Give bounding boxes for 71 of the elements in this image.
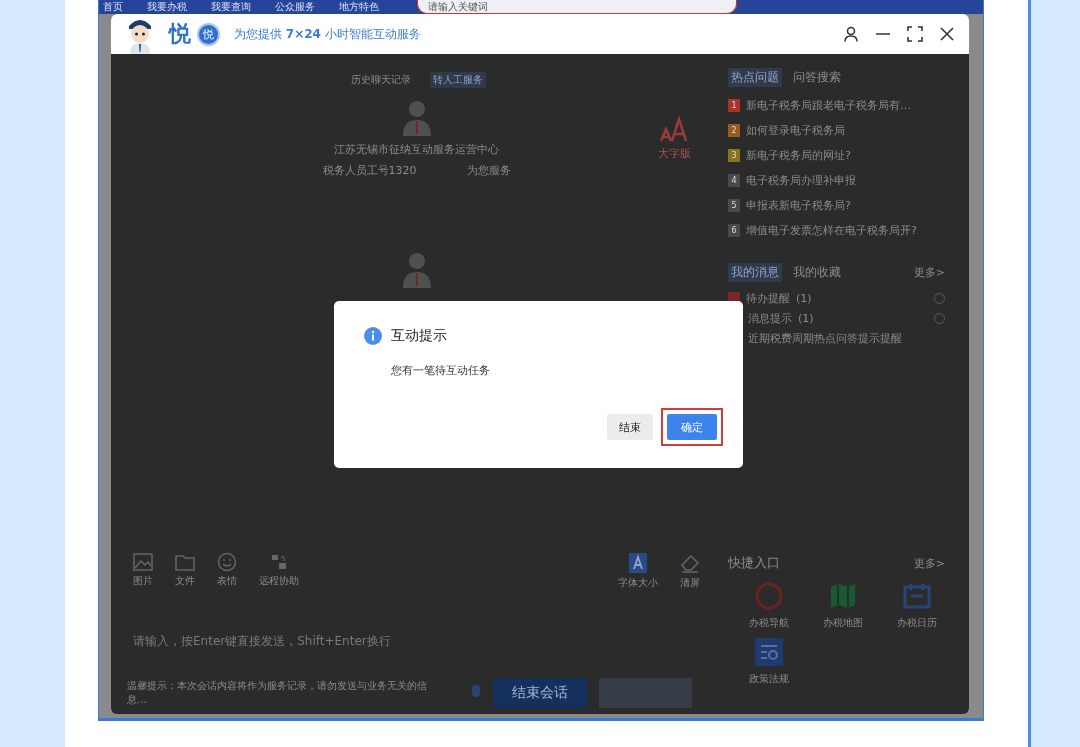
serving-text: 为您服务 bbox=[466, 163, 511, 178]
staff-id: 税务人员工号1320 bbox=[322, 163, 417, 178]
section-title: 快捷入口 bbox=[728, 554, 780, 572]
smile-icon bbox=[217, 552, 237, 572]
rank-badge: 1 bbox=[728, 99, 740, 112]
tab[interactable]: 热点问题 bbox=[728, 68, 782, 87]
large-font-icon bbox=[659, 116, 690, 142]
large-font-button[interactable]: 大字版 bbox=[658, 116, 691, 161]
maximize-icon[interactable] bbox=[907, 26, 923, 42]
user-icon[interactable] bbox=[843, 26, 859, 42]
message-count: (1) bbox=[796, 291, 812, 305]
more-link[interactable]: 更多> bbox=[913, 555, 945, 571]
tab[interactable]: 我的消息 bbox=[728, 263, 782, 282]
history-link[interactable]: 历史聊天记录 bbox=[347, 72, 414, 88]
nav-link[interactable]: 首页 bbox=[103, 1, 123, 13]
logo-badge: 悦 bbox=[197, 22, 220, 46]
dialog-message: 您有一笔待互动任务 bbox=[391, 363, 491, 378]
toolbar-button[interactable]: 远程协助 bbox=[259, 552, 299, 588]
calendar-icon bbox=[903, 582, 931, 610]
end-session-button[interactable]: 结束会话 bbox=[493, 678, 587, 708]
message-count: (1) bbox=[798, 311, 814, 325]
question-link[interactable]: 新电子税务局的网址? bbox=[746, 148, 851, 163]
rank-badge: 2 bbox=[728, 124, 740, 137]
end-button[interactable]: 结束 bbox=[607, 414, 653, 440]
shortcut-button[interactable]: 办税导航 bbox=[732, 582, 806, 630]
rank-badge: 3 bbox=[728, 149, 740, 162]
history-link[interactable]: 转人工服务 bbox=[429, 72, 486, 88]
message-item[interactable]: 消息提示 bbox=[748, 310, 792, 326]
toolbar-button[interactable]: 表情 bbox=[217, 552, 237, 588]
toolbar-button[interactable]: 文件 bbox=[175, 552, 195, 588]
close-icon[interactable] bbox=[939, 26, 955, 42]
logo-text: 悦 bbox=[169, 20, 191, 48]
tab[interactable]: 我的收藏 bbox=[790, 263, 844, 282]
font-size-icon bbox=[628, 552, 648, 574]
rank-badge: 5 bbox=[728, 199, 740, 212]
message-input[interactable]: 请输入，按Enter键直接发送，Shift+Enter换行 bbox=[133, 606, 700, 676]
image-icon bbox=[133, 552, 153, 572]
tab[interactable]: 问答搜索 bbox=[790, 68, 844, 87]
question-link[interactable]: 申报表新电子税务局? bbox=[746, 198, 851, 213]
shortcut-button[interactable]: 办税日历 bbox=[880, 582, 954, 630]
more-link[interactable]: 更多> bbox=[913, 265, 945, 280]
rank-badge: 4 bbox=[728, 174, 740, 187]
dialog-title: 互动提示 bbox=[391, 327, 447, 345]
message-item[interactable]: 待办提醒 bbox=[746, 290, 790, 306]
toolbar-button[interactable]: 字体大小 bbox=[618, 552, 658, 590]
question-link[interactable]: 电子税务局办理补申报 bbox=[746, 173, 856, 188]
toolbar-button[interactable]: 清屏 bbox=[680, 552, 700, 590]
shortcut-button[interactable]: 办税地图 bbox=[806, 582, 880, 630]
nav-link[interactable]: 公众服务 bbox=[275, 1, 315, 13]
folder-icon bbox=[175, 552, 195, 572]
agent-org: 江苏无锡市征纳互动服务运营中心 bbox=[334, 142, 499, 157]
remote-icon bbox=[269, 552, 289, 572]
document-icon bbox=[755, 638, 783, 666]
info-icon bbox=[364, 327, 382, 345]
notice-text: 温馨提示：本次会话内容将作为服务记录，请勿发送与业务无关的信息… bbox=[127, 679, 428, 707]
tagline: 为您提供 7×24 小时智能互动服务 bbox=[234, 25, 421, 43]
confirm-button[interactable]: 确定 bbox=[667, 414, 717, 440]
nav-link[interactable]: 我要办税 bbox=[147, 1, 187, 13]
rank-badge: 6 bbox=[728, 224, 740, 237]
question-link[interactable]: 如何登录电子税务局 bbox=[746, 123, 845, 138]
question-link[interactable]: 新电子税务局跟老电子税务局有… bbox=[746, 98, 911, 113]
map-icon bbox=[829, 582, 857, 610]
nav-link[interactable]: 地方特色 bbox=[339, 1, 379, 13]
toolbar-button[interactable]: 图片 bbox=[133, 552, 153, 588]
compass-icon bbox=[755, 582, 783, 610]
eraser-icon bbox=[680, 552, 700, 574]
shortcut-button[interactable]: 政策法规 bbox=[732, 638, 806, 686]
nav-link[interactable]: 我要查询 bbox=[211, 1, 251, 13]
question-link[interactable]: 增值电子发票怎样在电子税务局开? bbox=[746, 223, 917, 238]
message-item[interactable]: 近期税费周期热点问答提示提醒 bbox=[748, 330, 902, 346]
search-field[interactable]: 请输入关键词 bbox=[417, 0, 737, 14]
